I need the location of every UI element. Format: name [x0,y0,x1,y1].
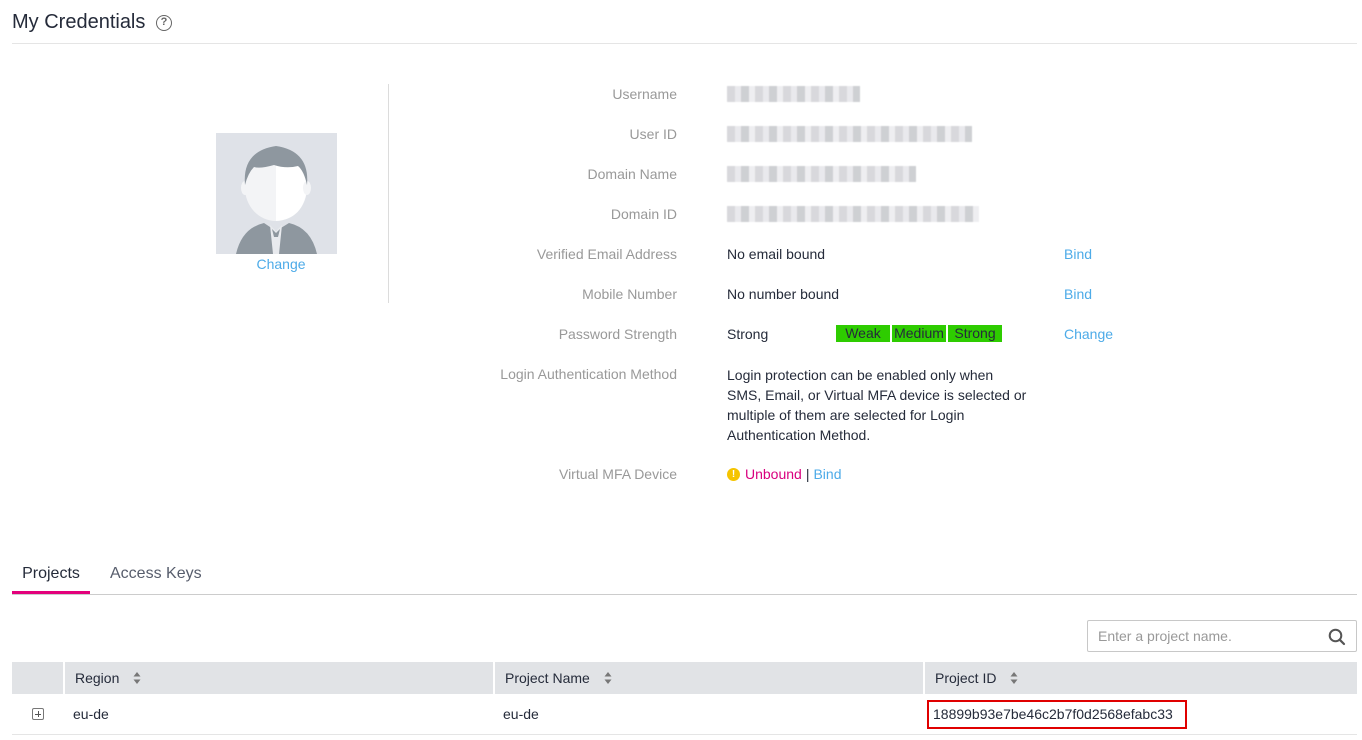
change-avatar-link[interactable]: Change [216,256,346,272]
user-silhouette-icon [236,146,317,254]
page-header: My Credentials ? [12,0,1357,44]
warning-icon: ! [727,467,740,481]
mfa-separator: | [805,466,810,482]
project-search [1087,620,1357,652]
strength-weak: Weak [836,325,890,342]
mobile-value: No number bound [727,286,840,302]
bind-email-link[interactable]: Bind [1064,246,1092,262]
sort-icon[interactable] [604,671,612,685]
mfa-status: ! Unbound | Bind [727,466,842,482]
password-strength-meter: Weak Medium Strong [836,325,1002,342]
avatar [216,133,337,254]
header-project-id[interactable]: Project ID [923,662,1357,694]
question-circle-icon[interactable]: ? [156,15,172,31]
password-strength-label: Password Strength [558,326,677,342]
login-auth-label: Login Authentication Method [500,366,677,382]
sort-icon[interactable] [133,671,141,685]
sort-icon[interactable] [1010,671,1018,685]
tab-access-keys[interactable]: Access Keys [110,565,202,595]
project-name-cell: eu-de [503,706,539,722]
login-auth-value: Login protection can be enabled only whe… [727,367,1027,443]
project-id-highlight: 18899b93e7be46c2b7f0d2568efabc33 [927,700,1187,729]
domain-id-value-redacted [727,206,979,222]
username-value-redacted [727,86,860,102]
domain-name-label: Domain Name [587,166,677,182]
vertical-divider [388,84,389,303]
search-icon[interactable] [1328,628,1346,646]
page-title: My Credentials [12,11,146,33]
header-expand-col [12,662,63,694]
mfa-label: Virtual MFA Device [558,466,677,482]
project-id-cell: 18899b93e7be46c2b7f0d2568efabc33 [923,694,1357,735]
mfa-unbound-status: Unbound [745,466,802,482]
mobile-label: Mobile Number [582,286,677,302]
table-row: eu-de eu-de 18899b93e7be46c2b7f0d2568efa… [12,694,1357,735]
user-id-value-redacted [727,126,972,142]
email-label: Verified Email Address [536,246,677,262]
table-header: Region Project Name Project ID [12,662,1357,694]
password-strength-value: Strong [727,326,769,342]
username-label: Username [612,86,677,102]
region-cell: eu-de [73,706,109,722]
header-project-name[interactable]: Project Name [493,662,923,694]
bind-mfa-link[interactable]: Bind [813,466,841,482]
user-id-label: User ID [629,126,677,142]
tab-projects[interactable]: Projects [12,565,90,594]
change-password-link[interactable]: Change [1064,326,1113,342]
domain-id-label: Domain ID [610,206,677,222]
domain-name-value-redacted [727,166,916,182]
project-search-input[interactable] [1088,621,1318,651]
email-value: No email bound [727,246,826,262]
header-region-label: Region [75,670,120,686]
tab-bar: Projects Access Keys [12,560,1357,595]
expand-cell [12,694,63,735]
expand-plus-icon[interactable] [32,708,44,720]
strength-medium: Medium [892,325,946,342]
strength-strong: Strong [948,325,1002,342]
header-region[interactable]: Region [63,662,493,694]
projects-table: Region Project Name Project ID eu-de eu-… [12,662,1357,735]
header-project-name-label: Project Name [505,670,590,686]
header-project-id-label: Project ID [935,670,997,686]
bind-mobile-link[interactable]: Bind [1064,286,1092,302]
